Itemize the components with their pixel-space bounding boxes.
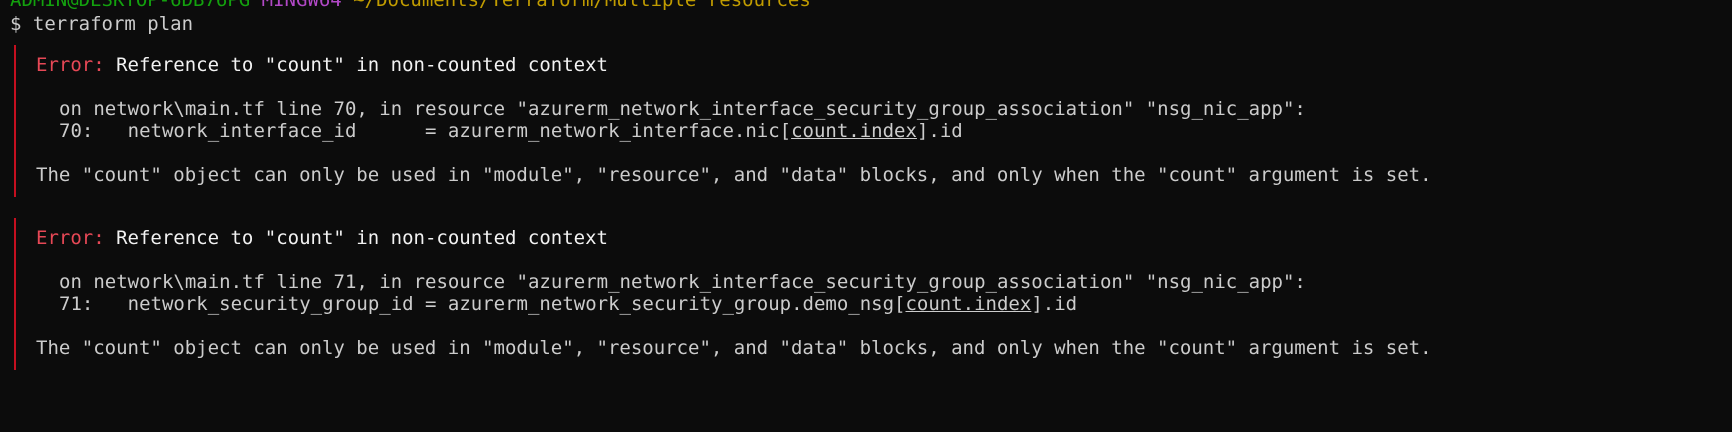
error-summary: Reference to "count" in non-counted cont… (116, 54, 608, 76)
prompt-path: ~/Documents/Terraform/Multiple resources (353, 0, 811, 11)
error-code-line: 71: network_security_group_id = azurerm_… (59, 292, 1077, 316)
error-label: Error: (36, 54, 105, 76)
terminal-window[interactable]: ADMIN@DESKTOP-6DB76PG MINGW64 ~/Document… (0, 0, 1732, 432)
code-prefix: 71: network_security_group_id = azurerm_… (59, 293, 906, 315)
code-prefix: 70: network_interface_id = azurerm_netwo… (59, 120, 792, 142)
error-header: Error: Reference to "count" in non-count… (36, 53, 608, 77)
error-detail: The "count" object can only be used in "… (36, 337, 1432, 359)
error-code-line: 70: network_interface_id = azurerm_netwo… (59, 119, 963, 143)
command-line: $ terraform plan (10, 13, 194, 35)
error-location: on network\main.tf line 70, in resource … (59, 98, 1306, 120)
shell-prompt: ADMIN@DESKTOP-6DB76PG MINGW64 ~/Document… (10, 0, 811, 12)
prompt-user-host: ADMIN@DESKTOP-6DB76PG (10, 0, 251, 11)
error-label: Error: (36, 227, 105, 249)
error-header: Error: Reference to "count" in non-count… (36, 226, 608, 250)
error-summary: Reference to "count" in non-counted cont… (116, 227, 608, 249)
error-location: on network\main.tf line 71, in resource … (59, 271, 1306, 293)
code-reference: count.index (905, 293, 1032, 315)
code-suffix: ].id (1031, 293, 1078, 315)
error-block: Error: Reference to "count" in non-count… (14, 218, 1716, 370)
error-detail: The "count" object can only be used in "… (36, 164, 1432, 186)
code-reference: count.index (791, 120, 917, 142)
prompt-shell: MINGW64 (261, 0, 342, 11)
code-suffix: ].id (916, 120, 963, 142)
error-block: Error: Reference to "count" in non-count… (14, 45, 1716, 197)
